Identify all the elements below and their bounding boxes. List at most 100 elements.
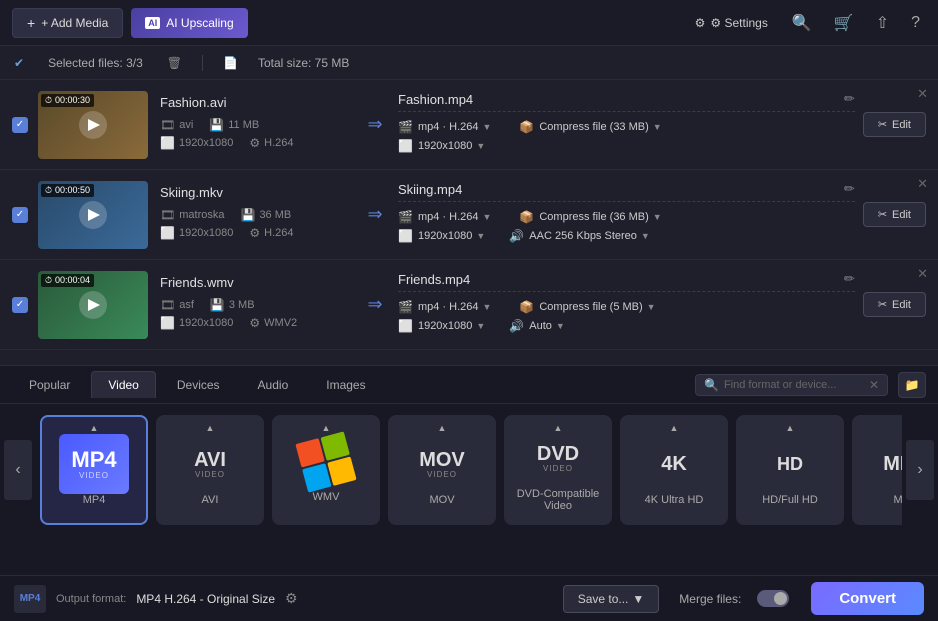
windows-q4: [327, 456, 356, 485]
format-card-wmv[interactable]: ▲ WMV: [272, 415, 380, 525]
add-media-label: + Add Media: [41, 16, 108, 30]
convert-arrow: ⇒: [360, 294, 390, 315]
format-card-mov[interactable]: ▲ MOV VIDEO MOV: [388, 415, 496, 525]
format-card-4k[interactable]: ▲ 4K 4K Ultra HD: [620, 415, 728, 525]
edit-filename-icon[interactable]: ✏: [844, 181, 855, 197]
close-button[interactable]: ✕: [917, 266, 928, 282]
close-button[interactable]: ✕: [917, 176, 928, 192]
output-codec-value: mp4 · H.264: [418, 121, 479, 133]
search-clear-icon[interactable]: ✕: [869, 378, 879, 392]
format-value: asf: [179, 299, 194, 311]
folder-button[interactable]: 📁: [898, 372, 926, 398]
cart-button[interactable]: 🛒: [828, 9, 860, 37]
tab-popular[interactable]: Popular: [12, 371, 87, 398]
dvd-icon: DVD VIDEO: [523, 428, 593, 488]
output-resolution-dropdown[interactable]: 1920x1080 ▼: [418, 140, 485, 152]
file-checkbox[interactable]: [12, 297, 28, 313]
format-prev-button[interactable]: ‹: [4, 440, 32, 500]
file-icon: 📄: [223, 56, 238, 70]
output-codec-dropdown[interactable]: mp4 · H.264 ▼: [418, 301, 491, 313]
tab-devices[interactable]: Devices: [160, 371, 237, 398]
format-grid: ▲ MP4 VIDEO MP4 ▲ AVI VIDEO AVI: [36, 415, 902, 525]
compress-dropdown[interactable]: Compress file (33 MB) ▼: [539, 121, 661, 133]
format-search-input[interactable]: [724, 379, 864, 391]
size-icon: 💾: [240, 208, 255, 222]
file-meta: Fashion.avi 🎞 avi 💾 11 MB ⬜ 1920x1080: [160, 95, 360, 154]
play-button[interactable]: [79, 201, 107, 229]
search-icon: 🔍: [792, 15, 812, 32]
convert-button[interactable]: Convert: [811, 582, 924, 615]
mov-label: MOV: [419, 450, 465, 470]
codec-meta: ⚙ H.264: [249, 136, 293, 150]
codec-icon: ⚙: [249, 316, 260, 330]
compress-dropdown[interactable]: Compress file (36 MB) ▼: [539, 211, 661, 223]
settings-button[interactable]: ⚙ ⚙ Settings: [687, 12, 776, 34]
dvd-sub: VIDEO: [543, 464, 573, 473]
windows-q1: [295, 438, 324, 467]
add-media-button[interactable]: + + Add Media: [12, 8, 123, 38]
tab-video[interactable]: Video: [91, 371, 155, 398]
ai-icon: AI: [145, 17, 160, 29]
ai-upscaling-button[interactable]: AI AI Upscaling: [131, 8, 247, 38]
output-settings-icon[interactable]: ⚙: [285, 590, 298, 607]
output-codec-dropdown[interactable]: mp4 · H.264 ▼: [418, 211, 491, 223]
output-resolution-dropdown[interactable]: 1920x1080 ▼: [418, 320, 485, 332]
format-tabs: Popular Video Devices Audio Images 🔍 ✕ 📁: [0, 366, 938, 404]
tab-audio[interactable]: Audio: [241, 371, 306, 398]
trash-icon[interactable]: 🗑: [167, 56, 182, 70]
compress-caret: ▼: [647, 302, 656, 312]
format-card-mp4[interactable]: ▲ MP4 VIDEO MP4: [40, 415, 148, 525]
file-list: ✕ ⏱ 00:00:30 Fashion.avi 🎞 avi 💾: [0, 80, 938, 365]
share-button[interactable]: ⇧: [870, 9, 895, 37]
edit-button[interactable]: ✂ Edit: [863, 292, 926, 317]
file-checkbox[interactable]: [12, 207, 28, 223]
size-meta: 💾 11 MB: [209, 118, 259, 132]
output-row-2: ⬜ 1920x1080 ▼: [398, 139, 855, 153]
save-to-button[interactable]: Save to... ▼: [563, 585, 660, 613]
merge-toggle[interactable]: [757, 590, 789, 607]
format-card-avi[interactable]: ▲ AVI VIDEO AVI: [156, 415, 264, 525]
format-icon: 🎞: [160, 208, 175, 222]
duration-value: 00:00:50: [55, 185, 90, 195]
check-icon: ✔: [14, 56, 24, 70]
audio-dropdown[interactable]: AAC 256 Kbps Stereo ▼: [529, 230, 650, 242]
file-checkbox[interactable]: [12, 117, 28, 133]
convert-arrow: ⇒: [360, 114, 390, 135]
format-value: matroska: [179, 209, 224, 221]
output-resolution-value: 1920x1080: [418, 230, 472, 242]
dvd-label: DVD: [537, 444, 579, 464]
format-card-dvd[interactable]: ▲ DVD VIDEO DVD-Compatible Video: [504, 415, 612, 525]
format-next-button[interactable]: ›: [906, 440, 934, 500]
windows-q3: [302, 463, 331, 492]
close-button[interactable]: ✕: [917, 86, 928, 102]
settings-label: ⚙ Settings: [710, 16, 767, 30]
resolution-icon: ⬜: [160, 226, 175, 240]
settings-icon: ⚙: [695, 16, 706, 30]
mpg-label: MPG: [883, 454, 902, 474]
play-button[interactable]: [79, 111, 107, 139]
codec-meta: ⚙ H.264: [249, 226, 293, 240]
audio-dropdown[interactable]: Auto ▼: [529, 320, 565, 332]
edit-button[interactable]: ✂ Edit: [863, 112, 926, 137]
play-button[interactable]: [79, 291, 107, 319]
search-button[interactable]: 🔍: [786, 9, 818, 37]
compress-dropdown[interactable]: Compress file (5 MB) ▼: [539, 301, 655, 313]
edit-filename-icon[interactable]: ✏: [844, 271, 855, 287]
4k-label: 4K: [661, 454, 687, 474]
help-button[interactable]: ?: [905, 10, 926, 36]
resolution-meta: ⬜ 1920x1080: [160, 226, 233, 240]
share-icon: ⇧: [876, 15, 889, 32]
compress-icon: 📦: [519, 210, 534, 224]
file-item: ✕ ⏱ 00:00:30 Fashion.avi 🎞 avi 💾: [0, 80, 938, 170]
edit-filename-icon[interactable]: ✏: [844, 91, 855, 107]
edit-button[interactable]: ✂ Edit: [863, 202, 926, 227]
resolution-field-icon: ⬜: [398, 229, 413, 243]
output-codec-dropdown[interactable]: mp4 · H.264 ▼: [418, 121, 491, 133]
output-resolution-dropdown[interactable]: 1920x1080 ▼: [418, 230, 485, 242]
codec-value: WMV2: [264, 317, 297, 329]
output-row-2: ⬜ 1920x1080 ▼ 🔊 AAC 256 Kbps Stereo ▼: [398, 229, 855, 243]
format-card-mpg[interactable]: ▲ MPG MPG: [852, 415, 902, 525]
output-row-1: 🎬 mp4 · H.264 ▼ 📦 Compress file (5 MB) ▼: [398, 300, 855, 314]
format-card-hd[interactable]: ▲ HD HD/Full HD: [736, 415, 844, 525]
tab-images[interactable]: Images: [309, 371, 382, 398]
